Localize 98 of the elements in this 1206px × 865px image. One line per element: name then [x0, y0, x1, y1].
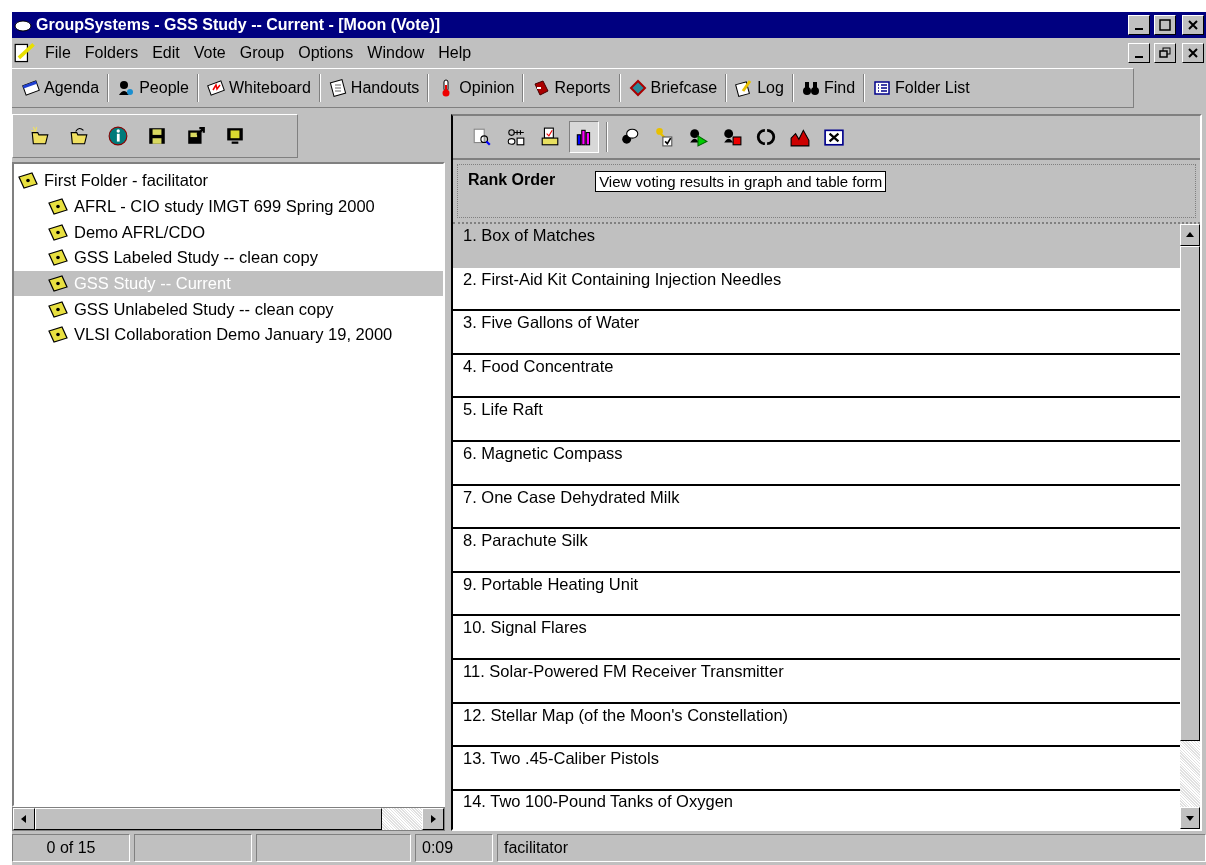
- scrollbar-thumb[interactable]: [1180, 246, 1200, 741]
- toolbar-button[interactable]: Folder List: [867, 76, 976, 100]
- key-check-icon: [654, 127, 674, 147]
- close-icon: [1188, 20, 1198, 30]
- result-row[interactable]: 1. Box of Matches: [453, 224, 1180, 268]
- minimize-icon: [1135, 28, 1143, 30]
- notepad-pencil-icon: [735, 79, 754, 97]
- result-row[interactable]: 13. Two .45-Caliber Pistols: [453, 747, 1180, 791]
- minimize-button[interactable]: [1128, 15, 1150, 35]
- whiteboard-icon: [207, 79, 225, 97]
- result-row[interactable]: 9. Portable Heating Unit: [453, 572, 1180, 617]
- tooltip: View voting results in graph and table form: [595, 171, 887, 192]
- folder-arrow-icon: [69, 126, 89, 146]
- briefcase-icon: [628, 79, 647, 97]
- vertical-scrollbar[interactable]: [1180, 224, 1200, 829]
- status-cell: 0 of 15: [12, 834, 130, 862]
- menu-item[interactable]: Folders: [79, 42, 144, 64]
- result-row[interactable]: 6. Magnetic Compass: [453, 441, 1180, 486]
- close-icon: [1188, 48, 1198, 58]
- down-arrow-icon: [1185, 814, 1195, 822]
- tree-item[interactable]: GSS Unlabeled Study -- clean copy: [14, 296, 443, 323]
- shapes-icon: [506, 127, 526, 147]
- tree-item[interactable]: GSS Labeled Study -- clean copy: [14, 245, 443, 271]
- menu-item[interactable]: Window: [362, 42, 430, 64]
- toolbar-button[interactable]: People: [111, 76, 195, 100]
- close-button[interactable]: [1182, 15, 1204, 35]
- folder-icon: [48, 249, 68, 267]
- binoculars-icon: [801, 79, 820, 97]
- menu-item[interactable]: Help: [433, 42, 477, 64]
- result-row[interactable]: 4. Food Concentrate: [453, 354, 1180, 399]
- scrollbar-thumb[interactable]: [35, 808, 382, 830]
- right-arrow-icon: [429, 814, 437, 824]
- documents-icon: [328, 79, 347, 97]
- result-row[interactable]: 3. Five Gallons of Water: [453, 311, 1180, 355]
- calendar-icon: [22, 79, 40, 97]
- toolbar-button[interactable]: Briefcase: [622, 76, 724, 100]
- status-cell: facilitator: [497, 834, 1206, 862]
- result-row[interactable]: 2. First-Aid Kit Containing Injection Needles: [453, 267, 1180, 312]
- tree-item[interactable]: AFRL - CIO study IMGT 699 Spring 2000: [14, 193, 443, 220]
- toolbar-button[interactable]: Reports: [526, 76, 617, 100]
- toolbar-button[interactable]: Find: [795, 76, 862, 100]
- tool-button[interactable]: [569, 121, 599, 153]
- restore-button[interactable]: [1154, 43, 1176, 63]
- result-row[interactable]: 12. Stellar Map (of the Moon's Constellation): [453, 703, 1180, 748]
- pencil-icon: [14, 42, 36, 64]
- speech-bubble-icon: [620, 127, 640, 147]
- menu-item[interactable]: Group: [234, 42, 290, 64]
- person-stop-icon: [722, 127, 742, 147]
- result-row[interactable]: 7. One Case Dehydrated Milk: [453, 485, 1180, 530]
- folder-icon: [48, 198, 68, 216]
- close-button[interactable]: [1182, 43, 1204, 63]
- result-row[interactable]: 11. Solar-Powered FM Receiver Transmitter: [453, 659, 1180, 704]
- printer-icon: [540, 127, 560, 147]
- toolbar-button[interactable]: Agenda: [16, 76, 106, 100]
- menu-item[interactable]: Options: [293, 42, 359, 64]
- result-row[interactable]: 5. Life Raft: [453, 398, 1180, 442]
- result-row[interactable]: 10. Signal Flares: [453, 616, 1180, 660]
- close-icon: [824, 127, 844, 147]
- tree-item[interactable]: VLSI Collaboration Demo January 19, 2000: [14, 322, 443, 348]
- monitor-icon: [225, 126, 245, 146]
- document-search-icon: [472, 127, 492, 147]
- person-play-icon: [688, 127, 708, 147]
- window-title: GroupSystems - GSS Study -- Current - [Moon (Vote)]: [36, 16, 442, 34]
- toolbar-button[interactable]: Handouts: [322, 76, 426, 100]
- book-icon: [532, 79, 551, 97]
- folder-icon: [48, 300, 68, 318]
- app-icon: [14, 17, 32, 33]
- folder-icon: [48, 275, 68, 293]
- maximize-icon: [1159, 19, 1171, 31]
- status-cell: 0:09: [415, 834, 493, 862]
- result-row[interactable]: 14. Two 100-Pound Tanks of Oxygen: [453, 790, 1180, 815]
- new-folder-icon: [30, 126, 50, 146]
- restore-icon: [1159, 47, 1171, 59]
- toolbar-button[interactable]: Log: [729, 76, 790, 100]
- folder-icon: [48, 223, 68, 241]
- tree-item[interactable]: First Folder - facilitator: [14, 168, 443, 194]
- list-icon: [873, 79, 892, 97]
- tree-item[interactable]: Demo AFRL/CDO: [14, 219, 443, 246]
- area-chart-icon: [790, 127, 810, 147]
- toolbar-button[interactable]: Whiteboard: [201, 76, 317, 100]
- minimize-button[interactable]: [1128, 43, 1150, 63]
- maximize-button[interactable]: [1154, 15, 1176, 35]
- refresh-icon: [756, 127, 776, 147]
- results-heading: Rank Order: [468, 171, 556, 189]
- menu-item[interactable]: File: [40, 42, 76, 64]
- folder-icon: [18, 172, 38, 190]
- horizontal-scrollbar[interactable]: [12, 807, 445, 831]
- menu-item[interactable]: Edit: [147, 42, 185, 64]
- toolbar-button[interactable]: Opinion: [431, 76, 521, 100]
- menu-item[interactable]: Vote: [188, 42, 231, 64]
- left-arrow-icon: [20, 814, 28, 824]
- minimize-icon: [1135, 56, 1143, 58]
- folder-icon: [48, 326, 68, 344]
- people-icon: [117, 79, 136, 97]
- result-row[interactable]: 8. Parachute Silk: [453, 529, 1180, 573]
- floppy-export-icon: [186, 126, 206, 146]
- up-arrow-icon: [1185, 231, 1195, 239]
- info-icon: [108, 126, 128, 146]
